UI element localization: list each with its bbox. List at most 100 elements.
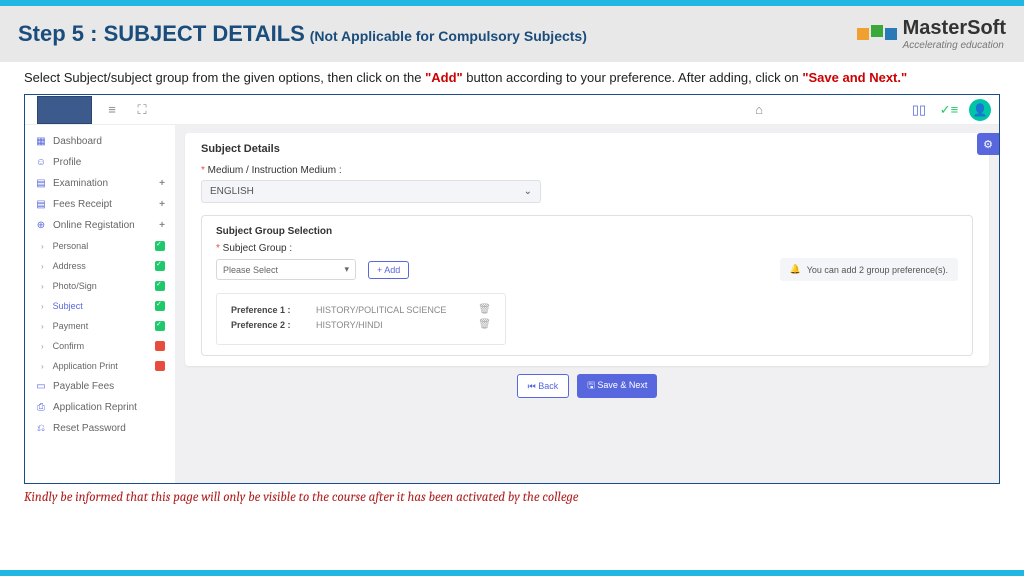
sidebar-icon: ☺	[35, 157, 47, 168]
page-header: Step 5 : SUBJECT DETAILS (Not Applicable…	[0, 6, 1024, 62]
sidebar-icon: ▭	[35, 381, 47, 392]
status-check-icon	[155, 241, 165, 251]
status-check-icon	[155, 301, 165, 311]
sidebar-sub-label: Personal	[53, 241, 149, 251]
sidebar-item-label: Profile	[53, 157, 165, 168]
alert-text: You can add 2 group preference(s).	[807, 265, 948, 275]
sidebar-item-label: Payable Fees	[53, 381, 165, 392]
instr-mid: button according to your preference. Aft…	[463, 70, 803, 85]
sidebar-sub-item[interactable]: › Personal	[25, 236, 175, 256]
preference-value: HISTORY/HINDI	[316, 320, 468, 330]
card-title: Subject Details	[201, 143, 973, 155]
sidebar-item-label: Fees Receipt	[53, 199, 153, 210]
chevron-right-icon: ›	[41, 362, 44, 371]
step-title: Step 5 : SUBJECT DETAILS	[18, 21, 305, 46]
preference-label: Preference 1 :	[231, 305, 306, 315]
sidebar: ▦Dashboard ☺ Profile ▤ Examination + ▤ Fees Rec…	[25, 125, 175, 483]
group-selection-box: Subject Group Selection * Subject Group …	[201, 215, 973, 356]
status-check-icon	[155, 341, 165, 351]
sidebar-item-label: Examination	[53, 178, 153, 189]
sidebar-item[interactable]: ▭ Payable Fees	[25, 376, 175, 397]
sidebar-sub-label: Payment	[53, 321, 149, 331]
logo-squares-icon	[857, 28, 897, 40]
chevron-down-icon: ⌄	[524, 186, 532, 197]
sidebar-item-label: Reset Password	[53, 423, 165, 434]
sidebar-icon: ⊕	[35, 220, 47, 231]
app-frame: ≡ ⛶ ⌂ ▯▯ ✓≡ 👤 ▦Dashboard ☺ Profile ▤ Examina…	[24, 94, 1000, 484]
page-title: Step 5 : SUBJECT DETAILS (Not Applicable…	[18, 21, 587, 47]
app-logo-placeholder	[37, 96, 92, 124]
group-placeholder: Please Select	[223, 265, 278, 275]
preference-row: Preference 2 : HISTORY/HINDI 🗑	[231, 319, 491, 330]
sidebar-item[interactable]: ⎌Reset Password	[25, 418, 175, 439]
sidebar-icon: ▤	[35, 199, 47, 210]
sidebar-item[interactable]: ▤ Examination +	[25, 173, 175, 194]
trash-icon[interactable]: 🗑	[478, 304, 491, 315]
gear-icon[interactable]: ⚙	[977, 133, 999, 155]
app-body: ▦Dashboard ☺ Profile ▤ Examination + ▤ Fees Rec…	[25, 125, 999, 483]
sidebar-item[interactable]: ▤ Fees Receipt +	[25, 194, 175, 215]
status-check-icon	[155, 321, 165, 331]
instruction-text: Select Subject/subject group from the gi…	[0, 62, 1024, 94]
sidebar-sub-item[interactable]: › Address	[25, 256, 175, 276]
sidebar-icon: ⎙	[35, 402, 47, 413]
step-subtitle: (Not Applicable for Compulsory Subjects)	[310, 28, 587, 44]
expand-icon: +	[159, 178, 165, 189]
chevron-right-icon: ›	[41, 302, 44, 311]
instr-add: "Add"	[425, 70, 463, 85]
sidebar-item[interactable]: ⊕ Online Registation +	[25, 215, 175, 236]
chevron-right-icon: ›	[41, 242, 44, 251]
expand-icon: +	[159, 220, 165, 231]
fullscreen-icon[interactable]: ⛶	[132, 100, 152, 120]
expand-icon: +	[159, 199, 165, 210]
add-button[interactable]: + Add	[368, 261, 409, 279]
brand-name: MasterSoft	[903, 17, 1006, 40]
trash-icon[interactable]: 🗑	[478, 319, 491, 330]
preference-alert: 🔔 You can add 2 group preference(s).	[780, 258, 958, 281]
action-buttons: ⏮ Back 🖫 Save & Next	[185, 374, 989, 398]
sidebar-sub-label: Application Print	[53, 361, 149, 371]
medium-value: ENGLISH	[210, 186, 254, 197]
sidebar-sub-label: Subject	[53, 301, 149, 311]
sidebar-sub-item[interactable]: › Confirm	[25, 336, 175, 356]
chevron-right-icon: ›	[41, 262, 44, 271]
status-check-icon	[155, 281, 165, 291]
medium-select[interactable]: ENGLISH ⌄	[201, 180, 541, 203]
sidebar-item-label: Online Registation	[53, 220, 153, 231]
subject-details-card: Subject Details * Medium / Instruction M…	[185, 133, 989, 366]
sidebar-sub-item[interactable]: › Subject	[25, 296, 175, 316]
chevron-right-icon: ›	[41, 342, 44, 351]
brand-logo: MasterSoft Accelerating education	[857, 17, 1006, 51]
sidebar-sub-label: Address	[53, 261, 149, 271]
sidebar-sub-label: Photo/Sign	[53, 281, 149, 291]
chevron-right-icon: ›	[41, 282, 44, 291]
sidebar-sub-item[interactable]: › Application Print	[25, 356, 175, 376]
home-icon[interactable]: ⌂	[749, 100, 769, 120]
sidebar-item[interactable]: ▦Dashboard	[25, 131, 175, 152]
sidebar-sub-item[interactable]: › Photo/Sign	[25, 276, 175, 296]
medium-label: * Medium / Instruction Medium :	[201, 165, 973, 176]
main-content: ⚙ Subject Details * Medium / Instruction…	[175, 125, 999, 483]
group-select[interactable]: Please Select ▾	[216, 259, 356, 280]
sidebar-item-label: Application Reprint	[53, 402, 165, 413]
book-icon[interactable]: ▯▯	[909, 100, 929, 120]
bell-icon: 🔔	[790, 264, 801, 275]
back-button[interactable]: ⏮ Back	[517, 374, 570, 398]
sidebar-sub-label: Confirm	[53, 341, 149, 351]
preference-label: Preference 2 :	[231, 320, 306, 330]
group-label: * Subject Group :	[216, 243, 958, 254]
sidebar-item[interactable]: ☺ Profile	[25, 152, 175, 173]
menu-icon[interactable]: ≡	[102, 100, 122, 120]
sidebar-sub-item[interactable]: › Payment	[25, 316, 175, 336]
sidebar-item-label: Dashboard	[53, 136, 165, 147]
avatar[interactable]: 👤	[969, 99, 991, 121]
preference-row: Preference 1 :HISTORY/POLITICAL SCIENCE🗑	[231, 304, 491, 315]
chevron-down-icon: ▾	[344, 264, 349, 275]
chevron-right-icon: ›	[41, 322, 44, 331]
sidebar-item[interactable]: ⎙ Application Reprint	[25, 397, 175, 418]
save-next-button[interactable]: 🖫 Save & Next	[577, 374, 657, 398]
instr-pre: Select Subject/subject group from the gi…	[24, 70, 425, 85]
checklist-icon[interactable]: ✓≡	[939, 100, 959, 120]
status-check-icon	[155, 361, 165, 371]
sidebar-icon: ▤	[35, 178, 47, 189]
